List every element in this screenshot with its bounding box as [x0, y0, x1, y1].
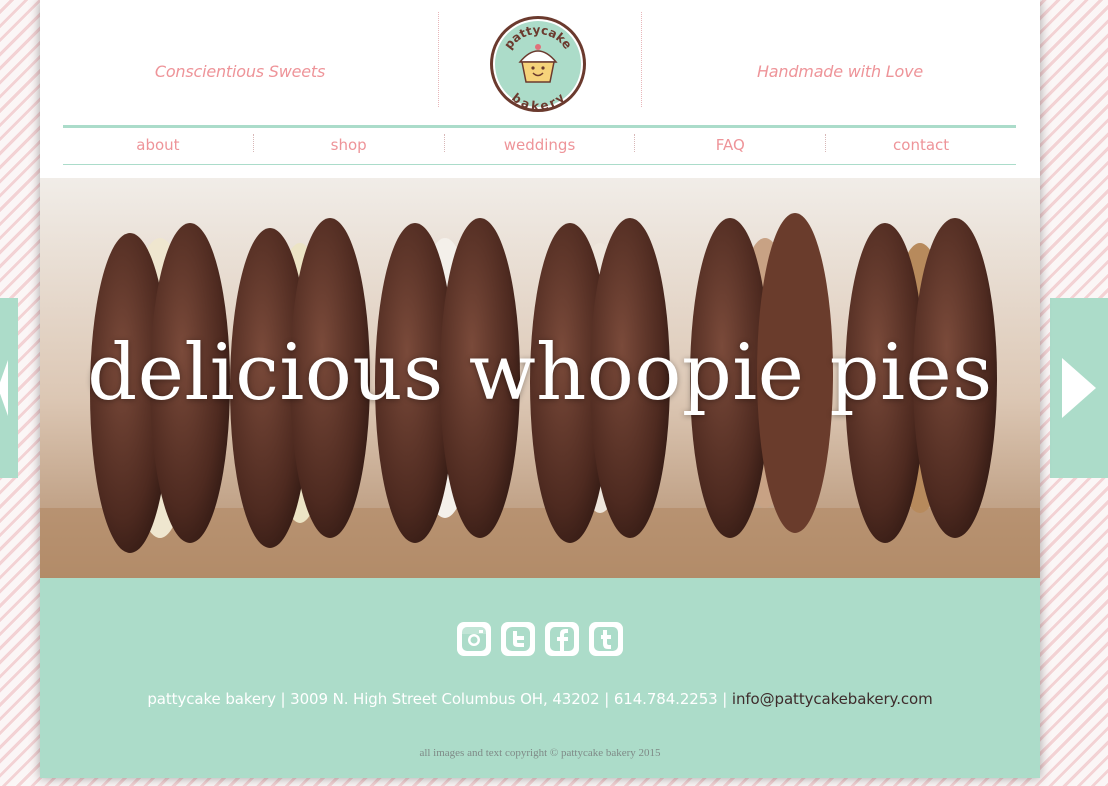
nav-shop[interactable]: shop [254, 128, 444, 164]
instagram-icon [462, 627, 486, 651]
hero-slideshow: delicious whoopie pies [40, 178, 1040, 578]
social-links [40, 622, 1040, 656]
twitter-link[interactable] [501, 622, 535, 656]
address-text: pattycake bakery | 3009 N. High Street C… [147, 690, 732, 708]
tagline-right: Handmade with Love [756, 62, 924, 81]
copyright-text: all images and text copyright © pattycak… [419, 747, 661, 759]
page-container: Conscientious Sweets pattycake bakery Ha… [40, 0, 1040, 778]
tumblr-icon [594, 627, 618, 651]
nav-contact[interactable]: contact [826, 128, 1016, 164]
facebook-link[interactable] [545, 622, 579, 656]
arrow-right-icon [1062, 358, 1096, 418]
slideshow-next-button[interactable] [1050, 298, 1108, 478]
facebook-icon [550, 627, 574, 652]
logo[interactable]: pattycake bakery [488, 14, 586, 113]
nav-faq[interactable]: FAQ [635, 128, 825, 164]
header-divider [438, 12, 439, 107]
site-header: Conscientious Sweets pattycake bakery Ha… [40, 0, 1040, 178]
nav-weddings[interactable]: weddings [445, 128, 635, 164]
arrow-left-icon [0, 360, 8, 416]
instagram-link[interactable] [457, 622, 491, 656]
main-nav: about shop weddings FAQ contact [63, 125, 1016, 165]
email-link[interactable]: info@pattycakebakery.com [732, 690, 933, 708]
header-divider [641, 12, 642, 107]
tumblr-link[interactable] [589, 622, 623, 656]
twitter-icon [506, 627, 530, 651]
cupcake-logo-icon: pattycake bakery [490, 16, 586, 113]
site-footer: pattycake bakery | 3009 N. High Street C… [40, 578, 1040, 778]
contact-info: pattycake bakery | 3009 N. High Street C… [40, 690, 1040, 708]
hero-caption: delicious whoopie pies [87, 328, 993, 418]
slideshow-prev-button[interactable] [0, 298, 18, 478]
nav-about[interactable]: about [63, 128, 253, 164]
tagline-left: Conscientious Sweets [154, 62, 326, 81]
